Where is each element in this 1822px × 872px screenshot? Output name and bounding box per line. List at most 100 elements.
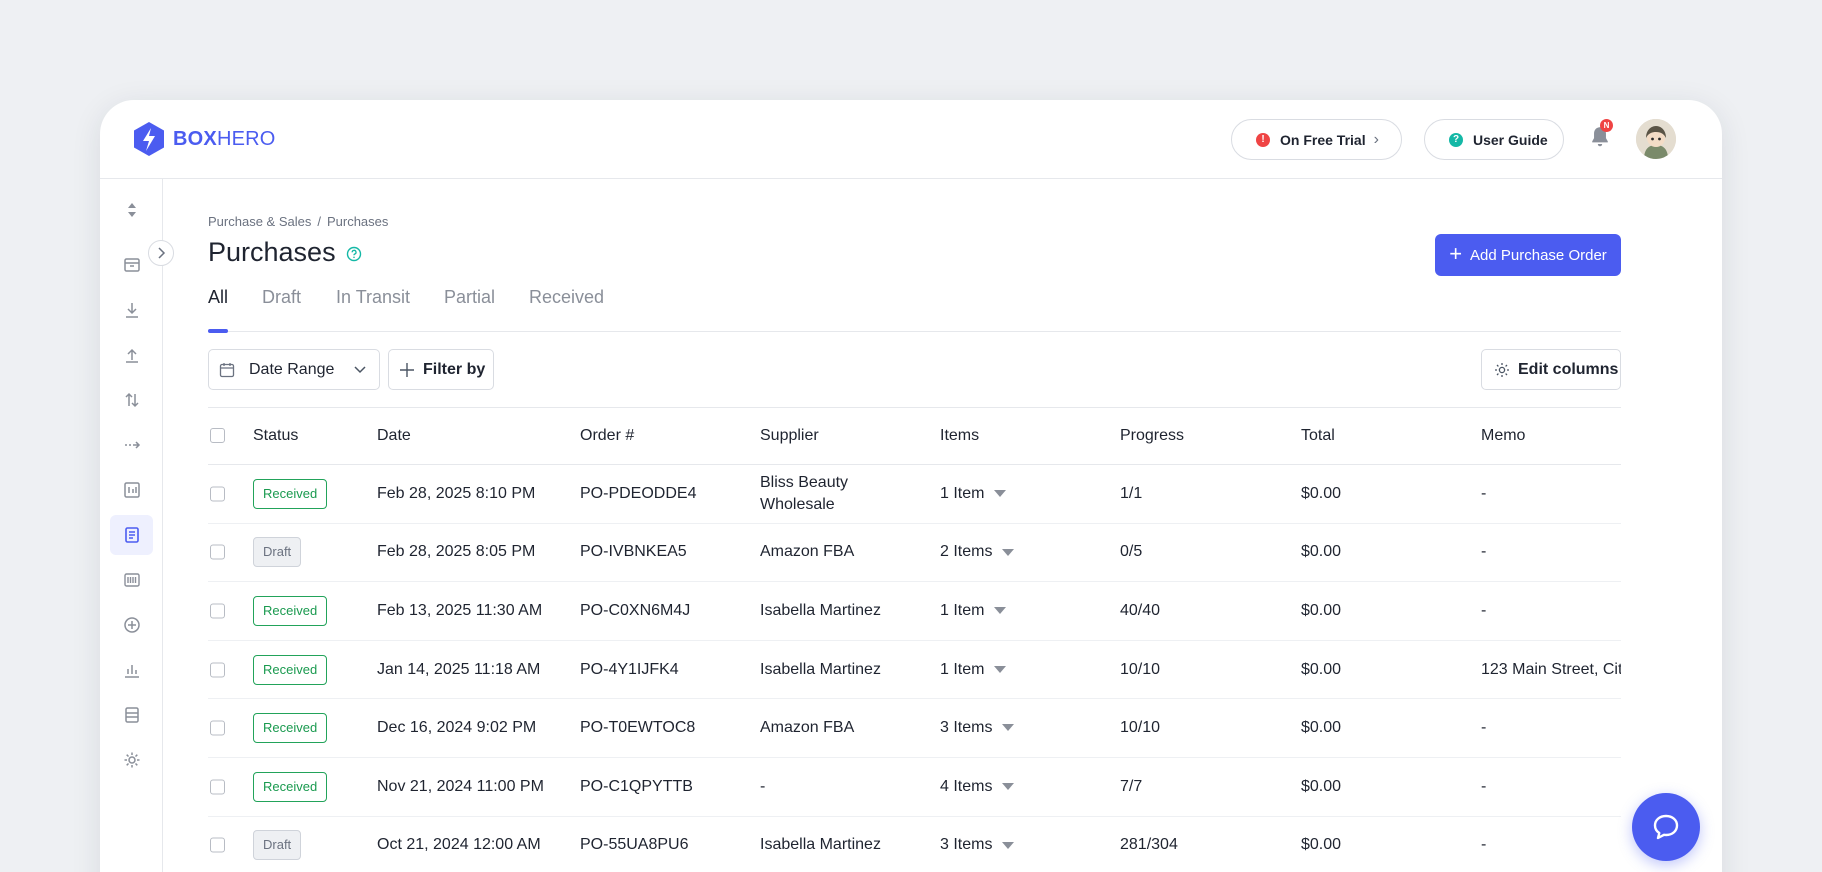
header-items[interactable]: Items: [940, 427, 979, 445]
help-icon[interactable]: [346, 246, 362, 262]
select-all-checkbox[interactable]: [210, 428, 225, 443]
add-purchase-order-button[interactable]: + Add Purchase Order: [1435, 234, 1621, 276]
date-range-select[interactable]: Date Range: [208, 349, 380, 390]
tab-partial[interactable]: Partial: [444, 287, 495, 332]
items-dropdown[interactable]: 2 Items: [940, 543, 1015, 561]
table-row[interactable]: Received Feb 28, 2025 8:10 PM PO-PDEODDE4 B…: [208, 465, 1621, 524]
row-checkbox[interactable]: [210, 779, 225, 795]
status-badge: Draft: [253, 830, 302, 861]
list-icon[interactable]: [110, 695, 153, 735]
row-checkbox[interactable]: [210, 837, 225, 853]
items-dropdown[interactable]: 1 Item: [940, 660, 1007, 679]
header-status[interactable]: Status: [253, 427, 298, 445]
logo[interactable]: BOXHERO: [133, 121, 276, 157]
caret-down-icon: [994, 607, 1007, 615]
order-number-cell[interactable]: PO-55UA8PU6: [580, 836, 689, 854]
tab-received[interactable]: Received: [529, 287, 604, 332]
order-number-cell[interactable]: PO-4Y1IJFK4: [580, 661, 679, 679]
items-label: 2 Items: [940, 543, 993, 561]
transfer-icon[interactable]: [110, 380, 153, 420]
total-cell: $0.00: [1301, 601, 1342, 619]
purchase-icon[interactable]: [110, 515, 153, 555]
items-dropdown[interactable]: 4 Items: [940, 778, 1015, 796]
order-number-cell[interactable]: PO-T0EWTOC8: [580, 719, 695, 737]
settings-icon[interactable]: [110, 740, 153, 780]
order-number-cell[interactable]: PO-C0XN6M4J: [580, 602, 690, 620]
supplier-cell: Amazon FBA: [760, 543, 855, 561]
chat-support-button[interactable]: [1632, 793, 1700, 861]
expand-sidebar-button[interactable]: [148, 240, 174, 266]
header-progress[interactable]: Progress: [1120, 427, 1184, 445]
adjust-icon[interactable]: [110, 470, 153, 510]
items-label: 1 Item: [940, 484, 985, 502]
gear-icon: [1495, 362, 1509, 377]
move-icon[interactable]: [110, 425, 153, 465]
user-guide-button[interactable]: ? User Guide: [1424, 119, 1564, 160]
tab-in-transit[interactable]: In Transit: [336, 287, 410, 332]
table-row[interactable]: Draft Feb 28, 2025 8:05 PM PO-IVBNKEA5 Amaz…: [208, 524, 1621, 583]
add-circle-icon[interactable]: [110, 605, 153, 645]
header-total[interactable]: Total: [1301, 427, 1335, 445]
header-date[interactable]: Date: [377, 427, 411, 445]
calendar-icon: [219, 362, 235, 377]
barcode-icon[interactable]: [110, 560, 153, 600]
row-checkbox[interactable]: [210, 662, 225, 678]
edit-columns-button[interactable]: Edit columns: [1481, 349, 1621, 390]
memo-cell: -: [1481, 719, 1487, 737]
main-content: Purchase & Sales / Purchases Purchases +…: [208, 179, 1622, 872]
chart-icon[interactable]: [110, 650, 153, 690]
table-row[interactable]: Draft Oct 21, 2024 12:00 AM PO-55UA8PU6 Isa…: [208, 817, 1621, 872]
header-order[interactable]: Order #: [580, 427, 634, 445]
table-row[interactable]: Received Dec 16, 2024 9:02 PM PO-T0EWTOC8 A…: [208, 699, 1621, 758]
box-icon[interactable]: [110, 245, 153, 285]
date-cell: Oct 21, 2024 12:00 AM: [377, 836, 541, 854]
avatar[interactable]: [1636, 119, 1676, 159]
status-badge: Received: [253, 654, 328, 685]
header-memo[interactable]: Memo: [1481, 427, 1525, 445]
total-cell: $0.00: [1301, 543, 1342, 561]
download-icon[interactable]: [110, 290, 153, 330]
progress-cell: 7/7: [1120, 777, 1143, 795]
row-checkbox[interactable]: [210, 720, 225, 736]
status-badge: Draft: [253, 537, 302, 568]
progress-cell: 10/10: [1120, 660, 1161, 678]
total-cell: $0.00: [1301, 777, 1342, 795]
row-checkbox[interactable]: [210, 486, 225, 502]
filter-by-button[interactable]: Filter by: [388, 349, 494, 390]
logo-text: BOXHERO: [173, 127, 276, 150]
upload-icon[interactable]: [110, 335, 153, 375]
total-cell: $0.00: [1301, 719, 1342, 737]
items-dropdown[interactable]: 1 Item: [940, 602, 1007, 620]
order-number-cell[interactable]: PO-C1QPYTTB: [580, 778, 693, 796]
date-range-label: Date Range: [249, 360, 335, 378]
table-row[interactable]: Received Nov 21, 2024 11:00 PM PO-C1QPYTTB…: [208, 758, 1621, 817]
table-row[interactable]: Received Jan 14, 2025 11:18 AM PO-4Y1IJFK4…: [208, 641, 1621, 700]
order-number-cell[interactable]: PO-IVBNKEA5: [580, 543, 687, 561]
free-trial-button[interactable]: ! On Free Trial ›: [1231, 119, 1402, 160]
free-trial-label: On Free Trial: [1280, 131, 1366, 148]
caret-down-icon: [994, 665, 1007, 673]
row-checkbox[interactable]: [210, 544, 225, 560]
breadcrumb-parent[interactable]: Purchase & Sales: [208, 214, 311, 229]
header-supplier[interactable]: Supplier: [760, 427, 819, 445]
items-label: 1 Item: [940, 660, 985, 678]
date-cell: Jan 14, 2025 11:18 AM: [377, 660, 541, 678]
breadcrumb-current: Purchases: [326, 214, 389, 229]
order-number-cell[interactable]: PO-PDEODDE4: [580, 485, 696, 503]
progress-cell: 281/304: [1120, 836, 1178, 854]
items-dropdown[interactable]: 3 Items: [940, 836, 1015, 854]
items-dropdown[interactable]: 3 Items: [940, 719, 1015, 737]
table-row[interactable]: Received Feb 13, 2025 11:30 AM PO-C0XN6M4J…: [208, 582, 1621, 641]
caret-down-icon: [1002, 783, 1015, 791]
sort-icon[interactable]: [110, 190, 153, 230]
total-cell: $0.00: [1301, 660, 1342, 678]
tab-all[interactable]: All: [208, 287, 229, 333]
items-dropdown[interactable]: 1 Item: [940, 484, 1007, 503]
memo-cell: -: [1481, 777, 1487, 795]
tab-draft[interactable]: Draft: [262, 287, 301, 332]
progress-cell: 1/1: [1120, 484, 1143, 502]
total-cell: $0.00: [1301, 484, 1342, 502]
row-checkbox[interactable]: [210, 603, 225, 619]
help-circle-icon: ?: [1449, 132, 1463, 147]
caret-down-icon: [1002, 724, 1015, 732]
